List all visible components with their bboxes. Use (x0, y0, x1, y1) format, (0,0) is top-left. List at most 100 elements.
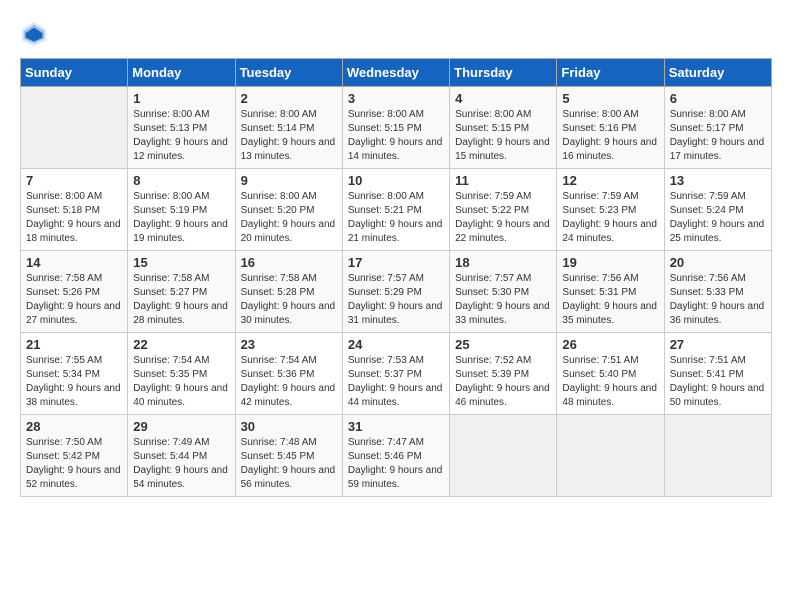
calendar-cell: 14 Sunrise: 7:58 AM Sunset: 5:26 PM Dayl… (21, 251, 128, 333)
sunrise: Sunrise: 8:00 AM (348, 191, 424, 202)
calendar-cell (557, 415, 664, 497)
sunset: Sunset: 5:35 PM (133, 369, 207, 380)
day-info: Sunrise: 8:00 AM Sunset: 5:19 PM Dayligh… (133, 190, 229, 246)
day-number: 11 (455, 173, 551, 188)
sunrise: Sunrise: 8:00 AM (670, 109, 746, 120)
weekday-header-sunday: Sunday (21, 59, 128, 87)
sunset: Sunset: 5:15 PM (348, 123, 422, 134)
day-number: 26 (562, 337, 658, 352)
day-number: 6 (670, 91, 766, 106)
daylight: Daylight: 9 hours and 35 minutes. (562, 301, 657, 326)
day-info: Sunrise: 7:48 AM Sunset: 5:45 PM Dayligh… (241, 436, 337, 492)
day-info: Sunrise: 7:51 AM Sunset: 5:41 PM Dayligh… (670, 354, 766, 410)
sunrise: Sunrise: 7:58 AM (26, 273, 102, 284)
calendar-cell: 19 Sunrise: 7:56 AM Sunset: 5:31 PM Dayl… (557, 251, 664, 333)
day-number: 30 (241, 419, 337, 434)
daylight: Daylight: 9 hours and 38 minutes. (26, 383, 121, 408)
day-info: Sunrise: 8:00 AM Sunset: 5:14 PM Dayligh… (241, 108, 337, 164)
calendar-cell: 1 Sunrise: 8:00 AM Sunset: 5:13 PM Dayli… (128, 87, 235, 169)
sunset: Sunset: 5:17 PM (670, 123, 744, 134)
calendar-week-2: 7 Sunrise: 8:00 AM Sunset: 5:18 PM Dayli… (21, 169, 772, 251)
day-info: Sunrise: 8:00 AM Sunset: 5:13 PM Dayligh… (133, 108, 229, 164)
calendar-cell: 11 Sunrise: 7:59 AM Sunset: 5:22 PM Dayl… (450, 169, 557, 251)
sunset: Sunset: 5:29 PM (348, 287, 422, 298)
daylight: Daylight: 9 hours and 22 minutes. (455, 219, 550, 244)
day-number: 28 (26, 419, 122, 434)
day-number: 21 (26, 337, 122, 352)
day-info: Sunrise: 8:00 AM Sunset: 5:21 PM Dayligh… (348, 190, 444, 246)
sunrise: Sunrise: 7:58 AM (133, 273, 209, 284)
calendar-cell: 12 Sunrise: 7:59 AM Sunset: 5:23 PM Dayl… (557, 169, 664, 251)
day-number: 4 (455, 91, 551, 106)
day-info: Sunrise: 7:55 AM Sunset: 5:34 PM Dayligh… (26, 354, 122, 410)
calendar-cell: 7 Sunrise: 8:00 AM Sunset: 5:18 PM Dayli… (21, 169, 128, 251)
daylight: Daylight: 9 hours and 33 minutes. (455, 301, 550, 326)
day-info: Sunrise: 7:59 AM Sunset: 5:22 PM Dayligh… (455, 190, 551, 246)
sunrise: Sunrise: 7:54 AM (241, 355, 317, 366)
sunrise: Sunrise: 7:50 AM (26, 437, 102, 448)
calendar-cell: 10 Sunrise: 8:00 AM Sunset: 5:21 PM Dayl… (342, 169, 449, 251)
calendar-cell: 22 Sunrise: 7:54 AM Sunset: 5:35 PM Dayl… (128, 333, 235, 415)
day-number: 19 (562, 255, 658, 270)
sunrise: Sunrise: 7:59 AM (562, 191, 638, 202)
day-info: Sunrise: 7:53 AM Sunset: 5:37 PM Dayligh… (348, 354, 444, 410)
sunset: Sunset: 5:37 PM (348, 369, 422, 380)
calendar-cell: 15 Sunrise: 7:58 AM Sunset: 5:27 PM Dayl… (128, 251, 235, 333)
logo-icon (20, 20, 48, 48)
daylight: Daylight: 9 hours and 46 minutes. (455, 383, 550, 408)
sunrise: Sunrise: 8:00 AM (562, 109, 638, 120)
sunrise: Sunrise: 8:00 AM (348, 109, 424, 120)
sunrise: Sunrise: 7:55 AM (26, 355, 102, 366)
sunset: Sunset: 5:31 PM (562, 287, 636, 298)
calendar-cell: 26 Sunrise: 7:51 AM Sunset: 5:40 PM Dayl… (557, 333, 664, 415)
day-info: Sunrise: 7:52 AM Sunset: 5:39 PM Dayligh… (455, 354, 551, 410)
sunrise: Sunrise: 8:00 AM (241, 191, 317, 202)
sunset: Sunset: 5:30 PM (455, 287, 529, 298)
calendar-cell: 27 Sunrise: 7:51 AM Sunset: 5:41 PM Dayl… (664, 333, 771, 415)
day-info: Sunrise: 7:54 AM Sunset: 5:36 PM Dayligh… (241, 354, 337, 410)
weekday-header-saturday: Saturday (664, 59, 771, 87)
sunset: Sunset: 5:42 PM (26, 451, 100, 462)
day-number: 2 (241, 91, 337, 106)
day-info: Sunrise: 7:58 AM Sunset: 5:26 PM Dayligh… (26, 272, 122, 328)
calendar-body: 1 Sunrise: 8:00 AM Sunset: 5:13 PM Dayli… (21, 87, 772, 497)
sunset: Sunset: 5:24 PM (670, 205, 744, 216)
calendar-cell: 24 Sunrise: 7:53 AM Sunset: 5:37 PM Dayl… (342, 333, 449, 415)
daylight: Daylight: 9 hours and 24 minutes. (562, 219, 657, 244)
calendar-cell: 28 Sunrise: 7:50 AM Sunset: 5:42 PM Dayl… (21, 415, 128, 497)
calendar-cell: 23 Sunrise: 7:54 AM Sunset: 5:36 PM Dayl… (235, 333, 342, 415)
day-number: 7 (26, 173, 122, 188)
day-number: 12 (562, 173, 658, 188)
daylight: Daylight: 9 hours and 16 minutes. (562, 137, 657, 162)
calendar-cell: 25 Sunrise: 7:52 AM Sunset: 5:39 PM Dayl… (450, 333, 557, 415)
day-number: 15 (133, 255, 229, 270)
page-header (20, 20, 772, 48)
sunrise: Sunrise: 8:00 AM (133, 191, 209, 202)
logo (20, 20, 52, 48)
day-info: Sunrise: 7:57 AM Sunset: 5:29 PM Dayligh… (348, 272, 444, 328)
day-info: Sunrise: 7:59 AM Sunset: 5:24 PM Dayligh… (670, 190, 766, 246)
calendar-cell: 29 Sunrise: 7:49 AM Sunset: 5:44 PM Dayl… (128, 415, 235, 497)
day-info: Sunrise: 8:00 AM Sunset: 5:20 PM Dayligh… (241, 190, 337, 246)
calendar-week-1: 1 Sunrise: 8:00 AM Sunset: 5:13 PM Dayli… (21, 87, 772, 169)
calendar-week-3: 14 Sunrise: 7:58 AM Sunset: 5:26 PM Dayl… (21, 251, 772, 333)
day-number: 14 (26, 255, 122, 270)
day-info: Sunrise: 8:00 AM Sunset: 5:15 PM Dayligh… (348, 108, 444, 164)
day-number: 9 (241, 173, 337, 188)
day-number: 10 (348, 173, 444, 188)
daylight: Daylight: 9 hours and 42 minutes. (241, 383, 336, 408)
sunset: Sunset: 5:14 PM (241, 123, 315, 134)
day-info: Sunrise: 8:00 AM Sunset: 5:15 PM Dayligh… (455, 108, 551, 164)
sunrise: Sunrise: 8:00 AM (26, 191, 102, 202)
daylight: Daylight: 9 hours and 28 minutes. (133, 301, 228, 326)
daylight: Daylight: 9 hours and 25 minutes. (670, 219, 765, 244)
calendar-cell: 6 Sunrise: 8:00 AM Sunset: 5:17 PM Dayli… (664, 87, 771, 169)
day-info: Sunrise: 7:58 AM Sunset: 5:28 PM Dayligh… (241, 272, 337, 328)
day-info: Sunrise: 7:56 AM Sunset: 5:33 PM Dayligh… (670, 272, 766, 328)
day-info: Sunrise: 7:49 AM Sunset: 5:44 PM Dayligh… (133, 436, 229, 492)
sunrise: Sunrise: 7:52 AM (455, 355, 531, 366)
sunset: Sunset: 5:34 PM (26, 369, 100, 380)
sunset: Sunset: 5:46 PM (348, 451, 422, 462)
day-info: Sunrise: 7:50 AM Sunset: 5:42 PM Dayligh… (26, 436, 122, 492)
day-info: Sunrise: 7:59 AM Sunset: 5:23 PM Dayligh… (562, 190, 658, 246)
